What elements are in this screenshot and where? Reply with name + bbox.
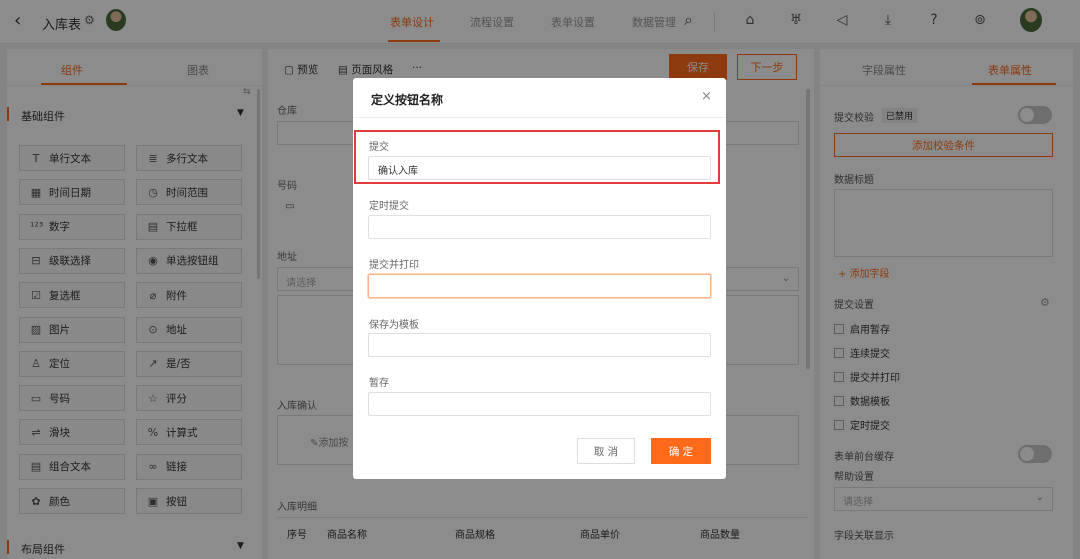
close-icon[interactable]: × xyxy=(701,89,712,104)
submit-print-input[interactable] xyxy=(368,274,711,298)
cancel-button[interactable]: 取 消 xyxy=(577,438,635,464)
confirm-button[interactable]: 确 定 xyxy=(651,438,711,464)
draft-input[interactable] xyxy=(368,392,711,416)
scheduled-submit-input[interactable] xyxy=(368,215,711,239)
button-name-dialog: 定义按钮名称 × 提交 确认入库 定时提交 提交并打印 保存为模板 暂存 取 消… xyxy=(353,78,726,479)
highlight-box xyxy=(354,130,720,184)
save-template-input[interactable] xyxy=(368,333,711,357)
field-label-scheduled-submit: 定时提交 xyxy=(369,201,409,212)
field-label-draft: 暂存 xyxy=(369,378,389,389)
field-label-submit-print: 提交并打印 xyxy=(369,260,419,271)
dialog-title: 定义按钮名称 xyxy=(371,93,444,107)
field-label-save-template: 保存为模板 xyxy=(369,320,419,331)
divider xyxy=(353,117,726,118)
